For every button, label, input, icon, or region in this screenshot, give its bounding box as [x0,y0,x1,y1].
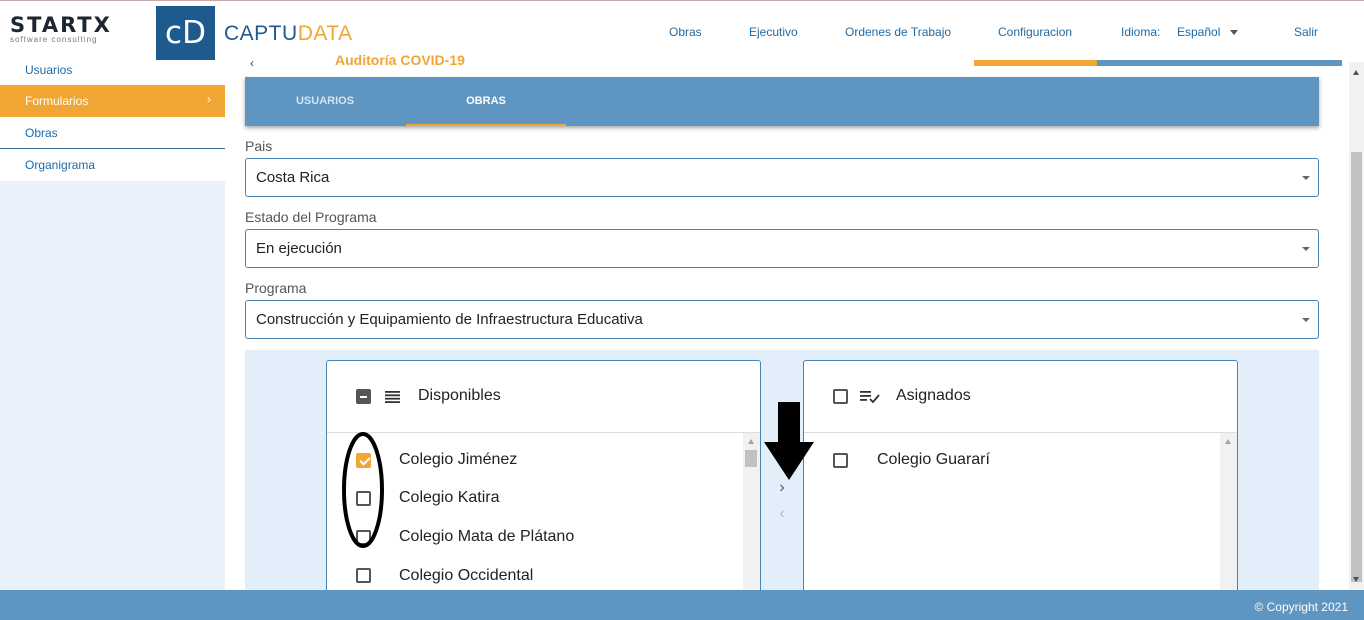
asignados-panel: Asignados Colegio Guararí [803,360,1238,601]
nav-salir[interactable]: Salir [1294,1,1318,63]
nav-ejecutivo[interactable]: Ejecutivo [749,1,798,63]
sidebar-item-obras[interactable]: Obras [0,117,225,149]
move-left-button[interactable]: ‹ [772,504,792,524]
dropdown-arrow-icon [1302,318,1310,322]
tab-bar: USUARIOS OBRAS [245,77,1319,126]
page-title: Auditoría COVID-19 [335,52,465,68]
item-checkbox[interactable] [833,453,848,468]
language-label: Idioma: [1121,25,1161,39]
list-item[interactable]: Colegio Guararí [877,451,990,469]
app-header: STARTX software consulting cD CAPTUDATA … [0,0,1364,66]
nav-ordenes-de-trabajo[interactable]: Ordenes de Trabajo [845,1,951,63]
list-item[interactable]: Colegio Katira [399,489,500,507]
disponibles-title: Disponibles [418,387,501,404]
copyright-text: © Copyright 2021 [1254,600,1348,614]
nav-obras[interactable]: Obras [669,1,702,63]
programa-label: Programa [245,280,307,296]
dropdown-arrow-icon [1302,247,1310,251]
select-all-disponibles-checkbox[interactable] [356,389,371,404]
sidebar-item-usuarios[interactable]: Usuarios [0,62,225,85]
list-item[interactable]: Colegio Occidental [399,567,533,585]
asignados-scrollbar[interactable] [1220,433,1237,601]
scrollbar-thumb[interactable] [745,450,757,467]
nav-underline-bar [1097,60,1342,66]
programa-select[interactable]: Construcción y Equipamiento de Infraestr… [245,300,1319,339]
estado-select[interactable]: En ejecución [245,229,1319,268]
item-checkbox[interactable] [356,491,371,506]
pais-value: Costa Rica [256,169,330,186]
tab-obras[interactable]: OBRAS [406,77,566,126]
chevron-right-icon: › [207,92,211,106]
footer: © Copyright 2021 [0,590,1364,620]
asignados-header: Asignados [804,361,1237,433]
tab-usuarios[interactable]: USUARIOS [245,77,405,126]
nav-active-indicator [974,60,1097,66]
move-right-button[interactable]: › [772,478,792,498]
sidebar-menu: Usuarios Formularios › Obras Organigrama [0,62,225,181]
pais-label: Pais [245,138,273,154]
nav-configuracion[interactable]: Configuracion [998,1,1072,63]
sort-list-icon[interactable] [860,390,880,404]
scrollbar-thumb[interactable] [1351,152,1362,582]
list-icon[interactable] [385,391,400,403]
select-all-asignados-checkbox[interactable] [833,389,848,404]
page-scrollbar[interactable] [1349,62,1364,590]
sidebar: Usuarios Formularios › Obras Organigrama [0,62,225,590]
dropdown-arrow-icon [1302,176,1310,180]
estado-value: En ejecución [256,240,342,257]
disponibles-header: Disponibles [327,361,760,433]
asignados-title: Asignados [896,387,971,404]
programa-value: Construcción y Equipamiento de Infraestr… [256,311,643,328]
scroll-up-icon[interactable] [748,439,754,444]
sidebar-item-label: Formularios [25,94,89,108]
item-checkbox[interactable] [356,453,371,468]
sidebar-item-organigrama[interactable]: Organigrama [0,149,225,181]
language-value: Español [1177,25,1221,39]
item-checkbox[interactable] [356,530,371,545]
pais-select[interactable]: Costa Rica [245,158,1319,197]
scroll-up-icon[interactable] [1353,70,1359,75]
sidebar-item-formularios[interactable]: Formularios › [0,85,225,117]
item-checkbox[interactable] [356,568,371,583]
list-item[interactable]: Colegio Mata de Plátano [399,528,574,546]
back-icon[interactable]: ‹ [250,56,254,70]
disponibles-scrollbar[interactable] [743,433,760,601]
top-nav: Obras Ejecutivo Ordenes de Trabajo Confi… [0,1,1364,63]
scroll-down-icon[interactable] [1353,577,1359,582]
list-item[interactable]: Colegio Jiménez [399,451,517,469]
scroll-up-icon[interactable] [1225,439,1231,444]
disponibles-panel: Disponibles Colegio Jiménez Colegio Kati… [326,360,761,601]
language-select[interactable]: Español [1177,1,1239,63]
estado-label: Estado del Programa [245,209,377,225]
chevron-down-icon [1230,30,1239,36]
